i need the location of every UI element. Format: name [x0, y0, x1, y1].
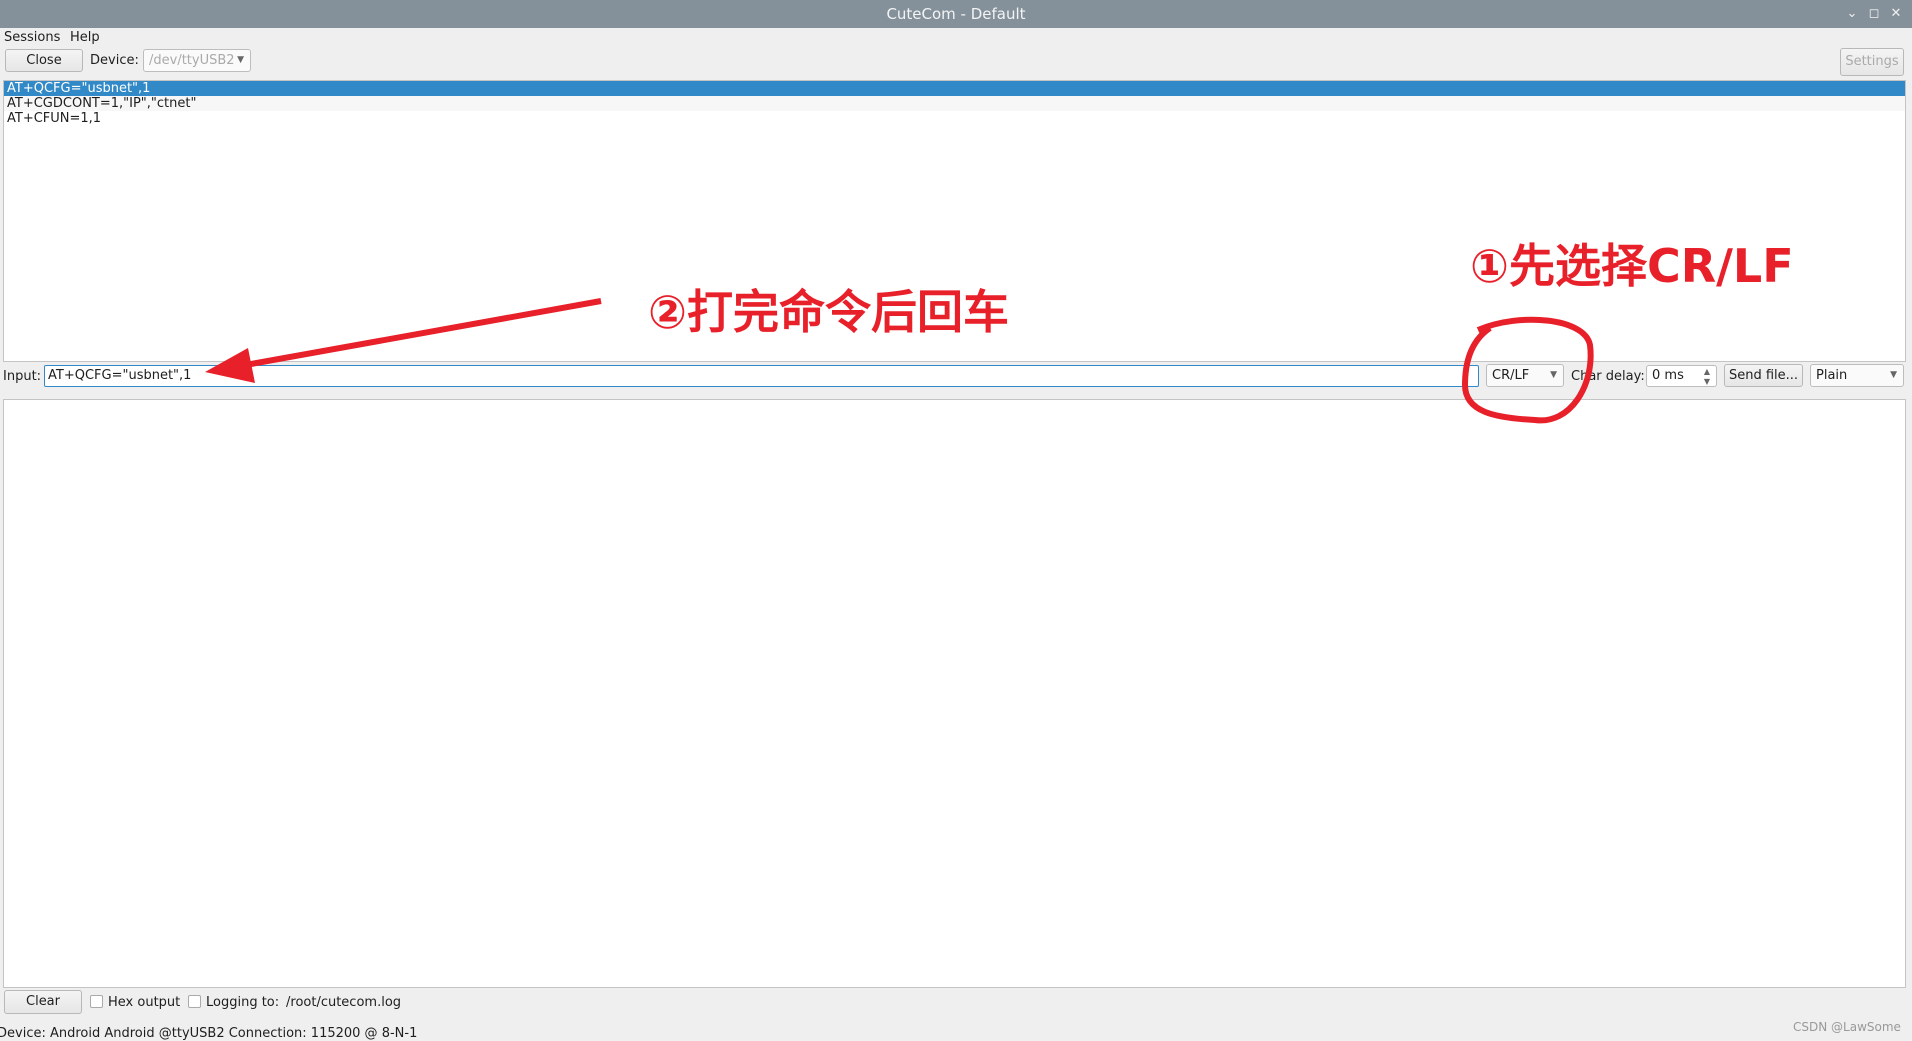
annotation-overlay — [205, 298, 1594, 424]
annotation-arrow-head — [205, 348, 255, 383]
annotation-arrow-shaft — [239, 298, 602, 369]
annotation-circle — [1461, 316, 1594, 424]
